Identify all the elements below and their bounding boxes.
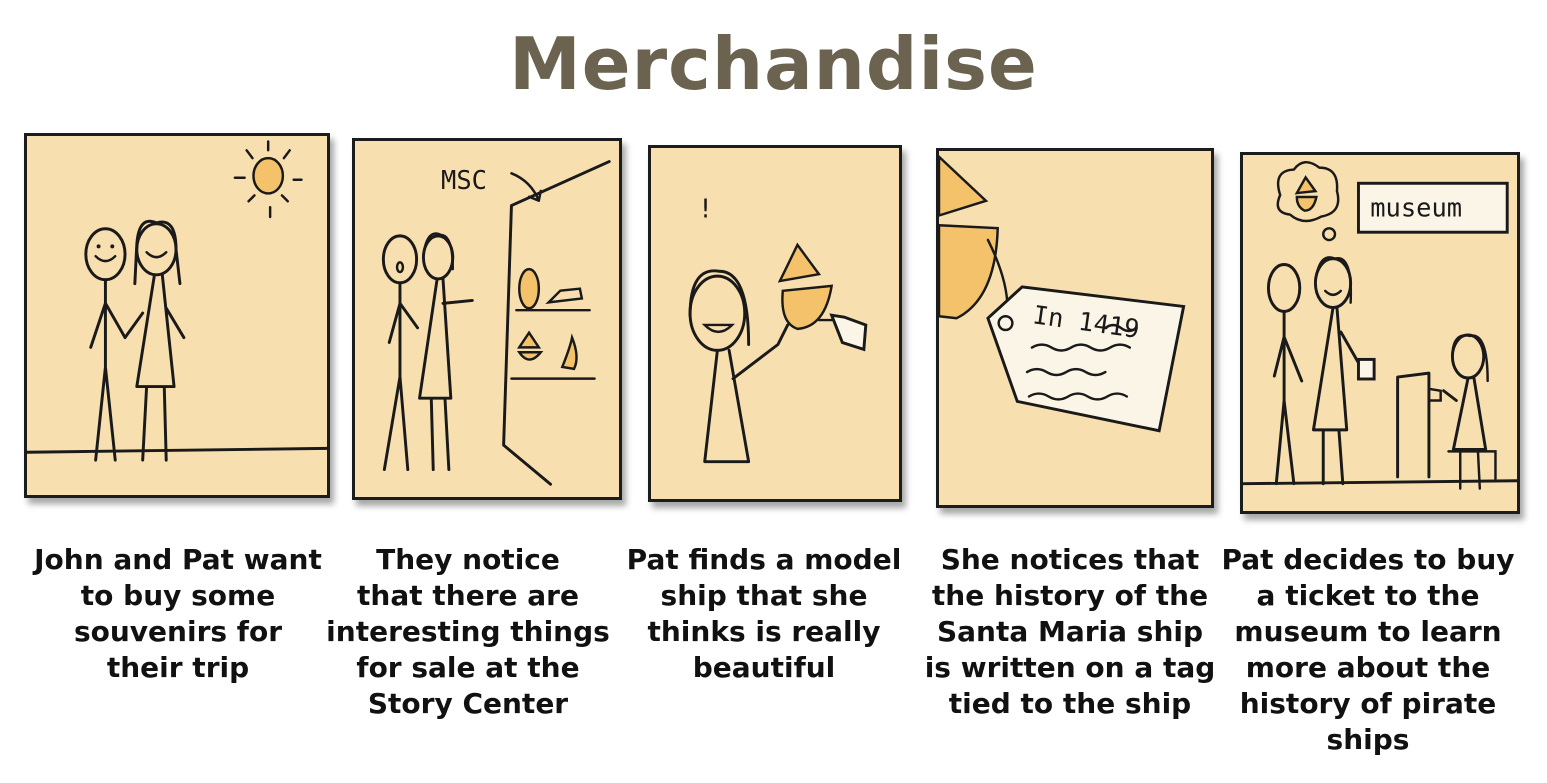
john-figure bbox=[1266, 263, 1304, 486]
pat-figure bbox=[418, 232, 474, 472]
thought-bubble-icon bbox=[1276, 161, 1340, 242]
panel-1-drawing bbox=[25, 140, 329, 462]
panel-3-caption: Pat finds a model ship that she thinks i… bbox=[626, 543, 902, 684]
john-figure bbox=[84, 227, 127, 462]
arrow-icon bbox=[510, 172, 542, 202]
exclamation-mark: ! bbox=[698, 194, 713, 224]
ticket-counter bbox=[1396, 371, 1442, 479]
panel-5-drawing: museum bbox=[1241, 161, 1519, 490]
ground-line bbox=[1241, 479, 1519, 486]
sun-icon bbox=[233, 140, 303, 219]
john-figure bbox=[381, 234, 420, 472]
pat-figure bbox=[123, 219, 186, 462]
panel-3-drawing: ! bbox=[688, 194, 868, 464]
pat-figure bbox=[1311, 256, 1376, 486]
store-wall bbox=[502, 160, 611, 486]
shelf-items bbox=[510, 267, 596, 380]
cashier-figure bbox=[1442, 333, 1497, 490]
comic-panel-1 bbox=[24, 133, 330, 498]
ship-closeup bbox=[937, 153, 1009, 320]
panel-4-drawing: In 1419 bbox=[937, 153, 1186, 433]
panel-2-caption: They notice that there are interesting t… bbox=[326, 543, 610, 720]
panel-1-caption: John and Pat want to buy some souvenirs … bbox=[34, 543, 322, 684]
history-tag: In 1419 bbox=[986, 285, 1186, 433]
comic-panel-2: MSC bbox=[352, 138, 622, 500]
panel-4-caption: She notices that the history of the Sant… bbox=[924, 543, 1216, 720]
museum-sign-text: museum bbox=[1370, 193, 1462, 223]
comic-panel-4: In 1419 bbox=[936, 148, 1214, 508]
comic-panel-5: museum bbox=[1240, 152, 1520, 514]
panel-2-drawing: MSC bbox=[381, 160, 611, 486]
pat-figure bbox=[688, 269, 790, 464]
store-sign-text: MSC bbox=[441, 165, 487, 195]
panel-5-caption: Pat decides to buy a ticket to the museu… bbox=[1221, 543, 1515, 756]
ground-line bbox=[25, 446, 329, 454]
comic-panel-3: ! bbox=[648, 145, 902, 502]
model-ship-icon bbox=[777, 242, 868, 352]
page-title: Merchandise bbox=[509, 22, 1038, 106]
